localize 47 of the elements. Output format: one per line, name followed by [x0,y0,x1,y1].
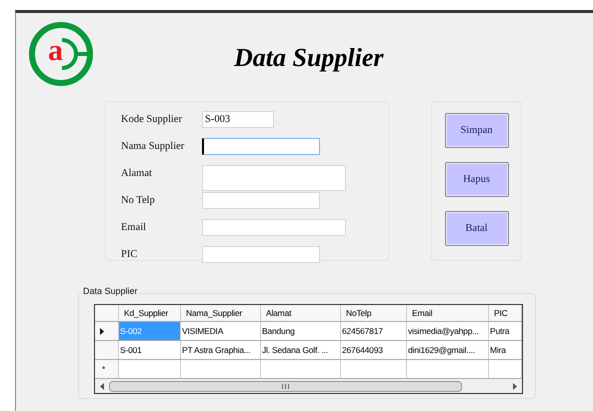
row-header[interactable] [95,322,119,340]
input-field[interactable] [202,165,346,191]
scroll-right-icon[interactable] [513,382,517,390]
grid-row[interactable]: S-002 VISIMEDIA Bandung 624567817 visimedia@yahpp... Putra [95,322,522,341]
table-cell: 267644093 [341,341,407,359]
table-cell: Mira [489,341,522,359]
scroll-left-icon[interactable] [100,382,104,390]
grid-row[interactable]: S-001 PT Astra Graphia... Jl. Sedana Golf. ... 267644093 dini1629@gmail.... Mira [95,341,522,360]
column-header[interactable]: Email [407,305,489,321]
page-title: Data Supplier [234,42,384,74]
column-header[interactable]: PIC [489,305,522,321]
current-row-icon [100,328,104,334]
grip-icon [282,384,289,388]
field-label: Email [121,221,148,235]
input-field[interactable] [202,192,320,209]
table-cell: visimedia@yahpp... [407,322,489,340]
new-row[interactable]: * [95,360,522,379]
table-cell: S-002 [119,322,181,340]
column-header[interactable]: Kd_Supplier [119,305,181,321]
field-label: Nama Supplier [121,140,186,154]
input-field[interactable] [202,219,346,236]
field-label: No Telp [121,194,156,208]
input-field[interactable]: S-003 [202,111,274,128]
action-button[interactable]: Hapus [444,162,508,197]
table-cell: Jl. Sedana Golf. ... [261,341,341,359]
table-cell: Putra [489,322,522,340]
table-cell: dini1629@gmail.... [407,341,489,359]
logo: a [28,21,94,87]
table-cell: S-001 [119,341,181,359]
action-button[interactable]: Batal [444,211,508,246]
field-label: PIC [121,248,138,262]
table-cell: Bandung [261,322,341,340]
column-header[interactable]: Nama_Supplier [181,305,261,321]
input-field[interactable] [202,246,320,263]
horizontal-scrollbar[interactable] [95,379,522,393]
field-label: Alamat [121,167,153,181]
scroll-thumb[interactable] [109,380,462,392]
column-header[interactable]: NoTelp [341,305,407,321]
group-title: Data Supplier [82,285,139,297]
field-label: Kode Supplier [121,113,183,127]
table-cell: 624567817 [341,322,407,340]
column-header[interactable]: Alamat [261,305,341,321]
table-cell: VISIMEDIA [181,322,261,340]
input-field[interactable] [202,138,320,155]
new-row-marker: * [95,360,119,378]
action-button[interactable]: Simpan [444,113,508,148]
table-cell: PT Astra Graphia... [181,341,261,359]
